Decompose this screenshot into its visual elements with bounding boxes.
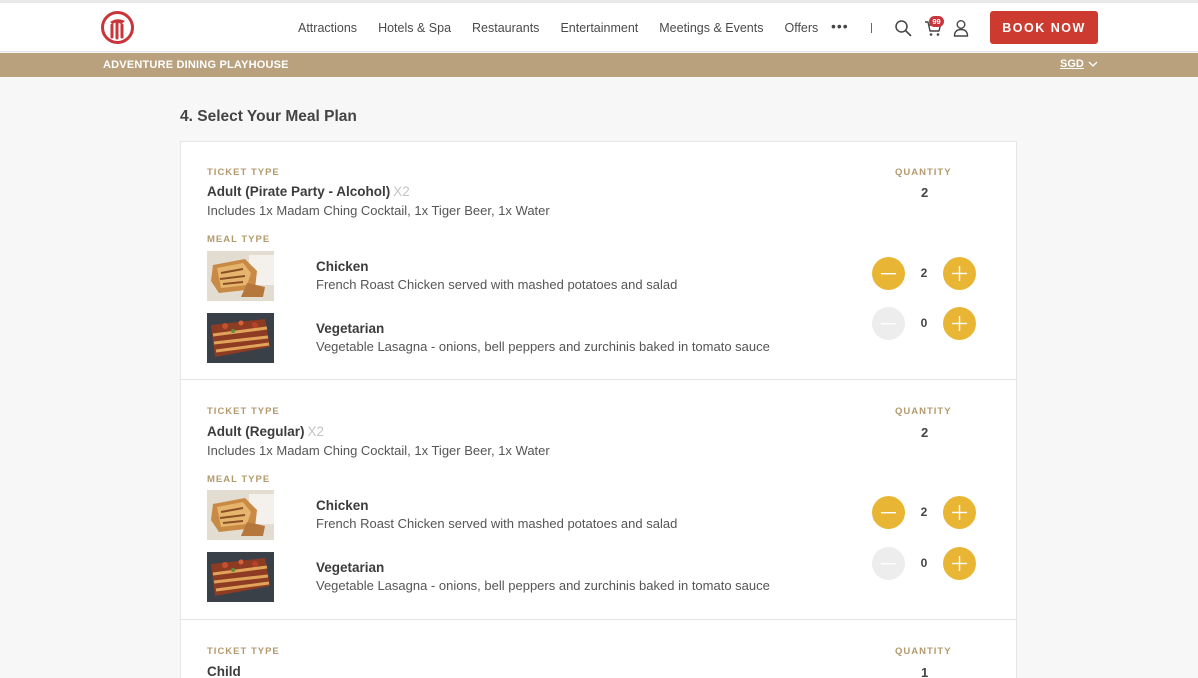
nav-restaurants[interactable]: Restaurants xyxy=(472,21,539,35)
plus-icon xyxy=(952,266,967,281)
book-now-button[interactable]: BOOK NOW xyxy=(990,11,1098,44)
meal-type-label: MEAL TYPE xyxy=(207,234,271,245)
ticket-block: TICKET TYPE QUANTITY Child 1 xyxy=(181,619,1016,678)
currency-selector[interactable]: SGD xyxy=(1060,58,1098,70)
plus-icon xyxy=(952,556,967,571)
meal-description: Vegetable Lasagna - onions, bell peppers… xyxy=(316,339,770,354)
decrease-button[interactable] xyxy=(872,547,905,580)
meal-count: 0 xyxy=(920,316,928,330)
venue-title: ADVENTURE DINING PLAYHOUSE xyxy=(103,59,289,71)
meal-type-label: MEAL TYPE xyxy=(207,474,271,485)
decrease-button[interactable] xyxy=(872,496,905,529)
more-menu-button[interactable]: ••• xyxy=(831,18,849,34)
meal-count: 2 xyxy=(920,266,928,280)
ticket-quantity: 2 xyxy=(921,185,929,200)
meal-plan-card: TICKET TYPE QUANTITY Adult (Pirate Party… xyxy=(180,141,1017,678)
meal-description: French Roast Chicken served with mashed … xyxy=(316,277,678,292)
minus-icon xyxy=(881,272,896,274)
lasagna-meal-image xyxy=(207,313,274,363)
minus-icon xyxy=(881,511,896,513)
meal-name: Vegetarian xyxy=(316,321,385,336)
meal-option-vegetarian: Vegetarian Vegetable Lasagna - onions, b… xyxy=(207,547,987,602)
ticket-name: Adult (Pirate Party - Alcohol) X2 xyxy=(207,184,410,199)
ticket-block: TICKET TYPE QUANTITY Adult (Regular) X2 2… xyxy=(181,379,1016,619)
quantity-stepper: 2 xyxy=(872,496,977,530)
nav-meetings-events[interactable]: Meetings & Events xyxy=(659,21,763,35)
quantity-label: QUANTITY xyxy=(895,646,952,657)
user-account-icon[interactable] xyxy=(953,19,969,37)
decrease-button[interactable] xyxy=(872,257,905,290)
chevron-down-icon xyxy=(1088,61,1098,67)
plus-icon xyxy=(952,316,967,331)
nav-divider xyxy=(871,23,872,33)
nav-entertainment[interactable]: Entertainment xyxy=(560,21,638,35)
ticket-description: Includes 1x Madam Ching Cocktail, 1x Tig… xyxy=(207,443,550,458)
increase-button[interactable] xyxy=(943,307,976,340)
meal-description: Vegetable Lasagna - onions, bell peppers… xyxy=(316,578,770,593)
top-navbar: Attractions Hotels & Spa Restaurants Ent… xyxy=(0,3,1198,52)
minus-icon xyxy=(881,322,896,324)
ticket-type-label: TICKET TYPE xyxy=(207,167,280,178)
lasagna-meal-image xyxy=(207,552,274,602)
quantity-label: QUANTITY xyxy=(895,167,952,178)
meal-name: Vegetarian xyxy=(316,560,385,575)
ticket-name: Adult (Regular) X2 xyxy=(207,424,325,439)
increase-button[interactable] xyxy=(943,257,976,290)
meal-option-chicken: Chicken French Roast Chicken served with… xyxy=(207,490,987,540)
ticket-block: TICKET TYPE QUANTITY Adult (Pirate Party… xyxy=(181,142,1016,379)
chicken-meal-image xyxy=(207,251,274,301)
quantity-label: QUANTITY xyxy=(895,406,952,417)
chicken-meal-image xyxy=(207,490,274,540)
ticket-quantity: 1 xyxy=(921,665,929,678)
ticket-multiplier: X2 xyxy=(307,424,325,439)
main-nav: Attractions Hotels & Spa Restaurants Ent… xyxy=(298,3,839,52)
meal-option-vegetarian: Vegetarian Vegetable Lasagna - onions, b… xyxy=(207,307,987,363)
ticket-name: Child xyxy=(207,664,241,678)
ticket-description: Includes 1x Madam Ching Cocktail, 1x Tig… xyxy=(207,203,550,218)
increase-button[interactable] xyxy=(943,496,976,529)
ticket-type-label: TICKET TYPE xyxy=(207,406,280,417)
currency-label: SGD xyxy=(1060,58,1084,70)
quantity-stepper: 2 xyxy=(872,257,977,291)
quantity-stepper: 0 xyxy=(872,307,977,341)
minus-icon xyxy=(881,562,896,564)
nav-attractions[interactable]: Attractions xyxy=(298,21,357,35)
decrease-button[interactable] xyxy=(872,307,905,340)
nav-offers[interactable]: Offers xyxy=(784,21,818,35)
meal-count: 2 xyxy=(920,505,928,519)
quantity-stepper: 0 xyxy=(872,547,977,581)
ticket-multiplier: X2 xyxy=(393,184,410,199)
meal-count: 0 xyxy=(920,556,928,570)
meal-name: Chicken xyxy=(316,259,369,274)
section-title: 4. Select Your Meal Plan xyxy=(180,108,357,125)
ticket-type-label: TICKET TYPE xyxy=(207,646,280,657)
cart-count-badge: 99 xyxy=(929,16,944,27)
meal-name: Chicken xyxy=(316,498,369,513)
increase-button[interactable] xyxy=(943,547,976,580)
meal-description: French Roast Chicken served with mashed … xyxy=(316,516,678,531)
brand-logo-icon[interactable] xyxy=(101,11,134,44)
nav-hotels-spa[interactable]: Hotels & Spa xyxy=(378,21,451,35)
ticket-quantity: 2 xyxy=(921,425,929,440)
search-icon[interactable] xyxy=(894,19,912,37)
venue-bar: ADVENTURE DINING PLAYHOUSE SGD xyxy=(0,53,1198,77)
plus-icon xyxy=(952,505,967,520)
meal-option-chicken: Chicken French Roast Chicken served with… xyxy=(207,251,987,301)
